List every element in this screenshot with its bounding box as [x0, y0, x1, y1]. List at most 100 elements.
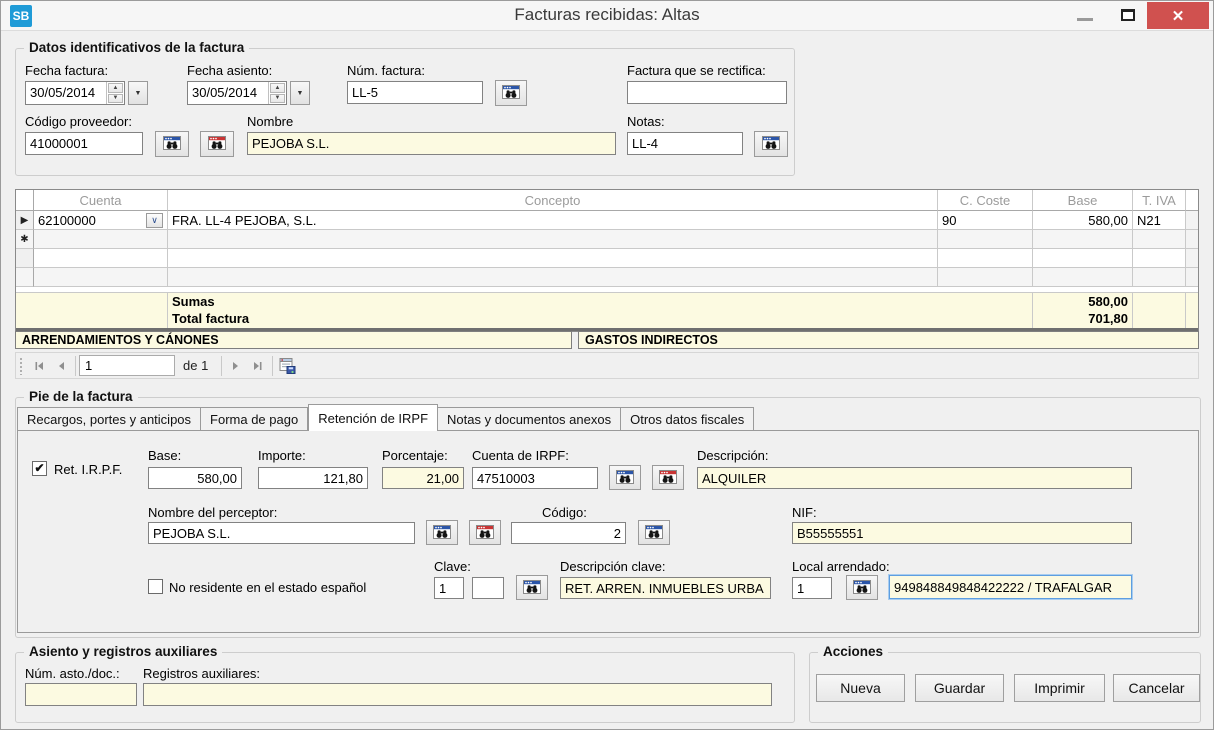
view-asiento-button[interactable]	[276, 355, 298, 377]
guardar-button[interactable]: Guardar	[915, 674, 1004, 702]
maximize-button[interactable]	[1117, 7, 1141, 25]
local-arrendado-detalle-input[interactable]: 949848849848422222 / TRAFALGAR	[889, 575, 1132, 599]
no-residente-checkbox[interactable]	[148, 579, 163, 594]
coste-cell[interactable]	[938, 268, 1033, 287]
current-record-input[interactable]: 1	[79, 355, 175, 376]
fecha-factura-spinner[interactable]: ▲▼	[106, 82, 124, 104]
first-record-button[interactable]	[28, 355, 50, 377]
desc-clave-field: RET. ARREN. INMUEBLES URBA	[560, 577, 771, 599]
table-row[interactable]: ▶ 62100000∨ FRA. LL-4 PEJOBA, S.L. 90 58…	[16, 211, 1198, 230]
cuenta-cell[interactable]	[34, 249, 168, 268]
fecha-asiento-picker[interactable]: 30/05/2014 ▲▼ ▼	[187, 81, 310, 105]
concepto-cell[interactable]	[168, 249, 938, 268]
iva-cell[interactable]	[1133, 249, 1186, 268]
minimize-button[interactable]	[1069, 9, 1101, 25]
grid-scrollbar[interactable]	[1186, 249, 1198, 268]
codigo-input[interactable]: 2	[511, 522, 626, 544]
tab-otros-datos[interactable]: Otros datos fiscales	[621, 407, 754, 431]
binoculars-search-icon	[762, 136, 780, 152]
num-factura-input[interactable]: LL-5	[347, 81, 483, 104]
facturas-recibidas-window: SB Facturas recibidas: Altas ✕ Datos ide…	[0, 0, 1214, 730]
iva-cell[interactable]	[1133, 230, 1186, 249]
grid-header-coste[interactable]: C. Coste	[938, 190, 1033, 211]
fecha-asiento-calendar-dropdown[interactable]: ▼	[290, 81, 310, 105]
coste-cell[interactable]: 90	[938, 211, 1033, 230]
grid-header-cuenta[interactable]: Cuenta	[34, 190, 168, 211]
grid-header-iva[interactable]: T. IVA	[1133, 190, 1186, 211]
fecha-factura-calendar-dropdown[interactable]: ▼	[128, 81, 148, 105]
cuenta-cell[interactable]: 62100000∨	[34, 211, 168, 230]
factura-rectifica-input[interactable]	[627, 81, 787, 104]
previous-record-button[interactable]	[50, 355, 72, 377]
proveedor-search-button[interactable]	[155, 131, 189, 157]
fecha-factura-input[interactable]: 30/05/2014 ▲▼	[25, 81, 125, 105]
summary-edge-spacer	[1186, 293, 1200, 328]
cuenta-irpf-search-button[interactable]	[609, 465, 641, 490]
spin-up-icon[interactable]: ▲	[270, 83, 285, 93]
summary-left-spacer	[16, 293, 168, 328]
tab-forma-pago[interactable]: Forma de pago	[201, 407, 308, 431]
cuenta-cell[interactable]	[34, 230, 168, 249]
fecha-factura-picker[interactable]: 30/05/2014 ▲▼ ▼	[25, 81, 148, 105]
grid-scrollbar[interactable]	[1186, 268, 1198, 287]
table-row[interactable]	[16, 268, 1198, 287]
coste-cell[interactable]	[938, 230, 1033, 249]
grid-header-base[interactable]: Base	[1033, 190, 1133, 211]
grid-header-concepto[interactable]: Concepto	[168, 190, 938, 211]
binoculars-search-icon	[853, 580, 871, 596]
fecha-asiento-spinner[interactable]: ▲▼	[268, 82, 286, 104]
nueva-button[interactable]: Nueva	[816, 674, 905, 702]
local-arrendado-input[interactable]: 1	[792, 577, 832, 599]
spin-down-icon[interactable]: ▼	[108, 94, 123, 104]
ret-irpf-checkbox[interactable]: ✔	[32, 461, 47, 476]
perceptor-advanced-search-button[interactable]	[469, 520, 501, 545]
concepto-cell[interactable]	[168, 230, 938, 249]
concepto-cell[interactable]: FRA. LL-4 PEJOBA, S.L.	[168, 211, 938, 230]
cuenta-combo-dropdown[interactable]: ∨	[146, 213, 163, 228]
clave-search-button[interactable]	[516, 575, 548, 600]
local-arrendado-search-button[interactable]	[846, 575, 878, 600]
fecha-asiento-input[interactable]: 30/05/2014 ▲▼	[187, 81, 287, 105]
num-factura-search-button[interactable]	[495, 80, 527, 106]
clave-input[interactable]: 1	[434, 577, 464, 599]
tab-retencion-irpf[interactable]: Retención de IRPF	[308, 404, 438, 431]
importe-input[interactable]: 121,80	[258, 467, 368, 489]
cuenta-irpf-input[interactable]: 47510003	[472, 467, 598, 489]
coste-cell[interactable]	[938, 249, 1033, 268]
grid-scrollbar[interactable]	[1186, 211, 1198, 230]
proveedor-advanced-search-button[interactable]	[200, 131, 234, 157]
tab-recargos[interactable]: Recargos, portes y anticipos	[17, 407, 201, 431]
grid-scrollbar[interactable]	[1186, 230, 1198, 249]
tab-notas-anexos[interactable]: Notas y documentos anexos	[438, 407, 621, 431]
factura-rectifica-label: Factura que se rectifica:	[627, 63, 766, 78]
table-row[interactable]	[16, 249, 1198, 268]
base-cell[interactable]	[1033, 268, 1133, 287]
base-cell[interactable]: 580,00	[1033, 211, 1133, 230]
close-button[interactable]: ✕	[1147, 2, 1209, 29]
imprimir-button[interactable]: Imprimir	[1014, 674, 1105, 702]
perceptor-search-button[interactable]	[426, 520, 458, 545]
perceptor-input[interactable]: PEJOBA S.L.	[148, 522, 415, 544]
cuenta-irpf-advanced-search-button[interactable]	[652, 465, 684, 490]
codigo-proveedor-input[interactable]: 41000001	[25, 132, 143, 155]
total-factura-label: Total factura	[172, 310, 1028, 327]
notas-search-button[interactable]	[754, 131, 788, 157]
base-cell[interactable]	[1033, 249, 1133, 268]
last-record-button[interactable]	[247, 355, 269, 377]
base-input[interactable]: 580,00	[148, 467, 242, 489]
base-cell[interactable]	[1033, 230, 1133, 249]
iva-cell[interactable]: N21	[1133, 211, 1186, 230]
notas-input[interactable]: LL-4	[627, 132, 743, 155]
table-row[interactable]: ✱	[16, 230, 1198, 249]
cancelar-button[interactable]: Cancelar	[1113, 674, 1200, 702]
spin-up-icon[interactable]: ▲	[108, 83, 123, 93]
iva-cell[interactable]	[1133, 268, 1186, 287]
codigo-search-button[interactable]	[638, 520, 670, 545]
next-record-button[interactable]	[225, 355, 247, 377]
subclave-input[interactable]	[472, 577, 504, 599]
record-count-label: de 1	[183, 358, 208, 373]
cuenta-cell[interactable]	[34, 268, 168, 287]
grid-scrollbar-top	[1186, 190, 1198, 211]
spin-down-icon[interactable]: ▼	[270, 94, 285, 104]
concepto-cell[interactable]	[168, 268, 938, 287]
